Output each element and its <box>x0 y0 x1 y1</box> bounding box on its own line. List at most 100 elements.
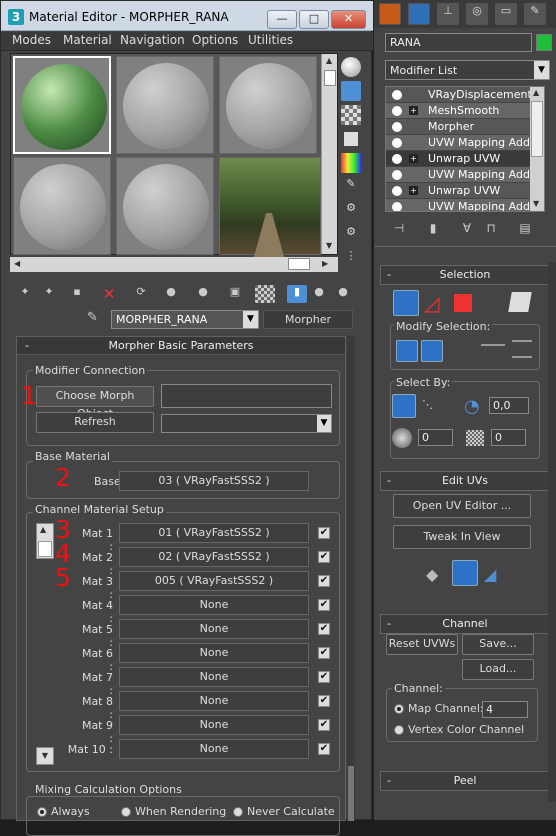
put-to-scene-icon[interactable]: ✦ <box>39 285 59 303</box>
make-unique-icon[interactable]: ⟳ <box>131 285 151 303</box>
stack-item[interactable]: + Unwrap UVW <box>386 183 530 199</box>
minimize-button[interactable]: — <box>267 10 297 29</box>
stack-item[interactable]: UVW Mapping Add <box>386 199 530 211</box>
select-by-material-id-icon[interactable] <box>392 428 412 448</box>
sample-slot-3[interactable] <box>219 56 317 154</box>
morph-channel-dropdown[interactable]: ▼ <box>161 414 332 433</box>
slots-vertical-scrollbar[interactable]: ▲ ▼ <box>321 54 337 254</box>
scroll-left-icon[interactable]: ◀ <box>14 259 20 268</box>
morph-object-field[interactable] <box>161 384 332 408</box>
tweak-icon[interactable] <box>452 560 478 586</box>
assign-to-selection-icon[interactable]: ▪ <box>67 285 87 303</box>
select-by-smoothing-group-icon[interactable] <box>466 430 484 446</box>
planar-angle-icon[interactable]: ◔ <box>464 396 480 417</box>
planar-angle-spinner[interactable]: 0,0 <box>489 397 529 414</box>
vertex-color-channel-radio[interactable] <box>394 725 404 735</box>
selection-rollout-header[interactable]: - Selection <box>380 265 550 285</box>
pin-stack-icon[interactable]: ⊣ <box>390 221 408 237</box>
channel-enable-checkbox[interactable]: ✔ <box>318 743 330 755</box>
sample-type-icon[interactable] <box>341 57 361 77</box>
backlight-icon[interactable] <box>341 81 361 101</box>
expand-icon[interactable]: + <box>409 186 418 195</box>
scroll-thumb[interactable] <box>324 70 336 86</box>
channel-enable-checkbox[interactable]: ✔ <box>318 671 330 683</box>
always-radio[interactable] <box>37 807 47 817</box>
sample-slot-6[interactable] <box>219 157 321 257</box>
quick-planar-map-icon[interactable]: ◆ <box>426 565 438 584</box>
menu-modes[interactable]: Modes <box>12 33 51 47</box>
sample-slot-2[interactable] <box>116 56 214 154</box>
get-material-icon[interactable]: ✦ <box>15 285 35 303</box>
motion-tab-icon[interactable]: ◎ <box>466 3 488 25</box>
stack-item[interactable]: VRayDisplacementMo <box>386 87 544 103</box>
sample-slot-1[interactable] <box>13 56 111 154</box>
menu-options[interactable]: Options <box>192 33 238 47</box>
sample-slot-4[interactable] <box>13 157 111 255</box>
save-button[interactable]: Save... <box>462 634 534 655</box>
edge-loop-icon[interactable] <box>481 344 505 346</box>
close-button[interactable]: ✕ <box>331 10 366 29</box>
remove-modifier-icon[interactable]: ⊓ <box>482 221 500 237</box>
display-tab-icon[interactable]: ▭ <box>495 3 517 25</box>
collapse-icon[interactable]: - <box>387 772 391 790</box>
edit-uvs-rollout-header[interactable]: - Edit UVs <box>380 471 550 491</box>
tweak-in-view-button[interactable]: Tweak In View <box>393 525 531 549</box>
utilities-tab-icon[interactable]: ✎ <box>524 3 546 25</box>
sample-uv-tiling-icon[interactable] <box>341 129 361 149</box>
map-channel-radio[interactable] <box>394 704 404 714</box>
video-color-check-icon[interactable] <box>341 153 361 173</box>
scroll-right-icon[interactable]: ▶ <box>322 259 328 268</box>
edge-ring-icon[interactable] <box>512 340 532 358</box>
lightbulb-icon[interactable] <box>392 170 402 180</box>
channel-enable-checkbox[interactable]: ✔ <box>318 647 330 659</box>
select-by-material-icon[interactable]: ⚙ <box>341 225 361 245</box>
channel-material-button[interactable]: None <box>119 643 309 663</box>
channel-enable-checkbox[interactable]: ✔ <box>318 623 330 635</box>
stack-item[interactable]: + MeshSmooth <box>386 103 530 119</box>
channel-material-button[interactable]: None <box>119 715 309 735</box>
stack-item[interactable]: UVW Mapping Add <box>386 167 530 183</box>
command-panel-scrollbar[interactable] <box>548 262 556 802</box>
vertex-select-icon[interactable] <box>393 290 419 316</box>
object-name-field[interactable]: RANA <box>385 33 532 52</box>
channel-rollout-header[interactable]: - Channel <box>380 614 550 634</box>
put-to-library-icon[interactable]: ● <box>161 285 181 303</box>
channel-enable-checkbox[interactable]: ✔ <box>318 527 330 539</box>
rollout-scrollbar[interactable] <box>347 336 355 821</box>
title-bar[interactable]: 3 Material Editor - MORPHER_RANA — □ ✕ <box>1 1 373 31</box>
scroll-down-icon[interactable]: ▼ <box>326 241 332 250</box>
lightbulb-icon[interactable] <box>392 106 402 116</box>
make-unique-icon[interactable]: ∀ <box>458 221 476 237</box>
never-calculate-radio[interactable] <box>233 807 243 817</box>
channel-material-button[interactable]: 005 ( VRayFastSSS2 ) <box>119 571 309 591</box>
options-icon[interactable]: ⚙ <box>341 201 361 221</box>
chevron-down-icon[interactable]: ▼ <box>243 311 258 328</box>
menu-navigation[interactable]: Navigation <box>120 33 185 47</box>
scroll-thumb[interactable] <box>348 766 354 821</box>
expand-icon[interactable]: + <box>409 106 418 115</box>
channel-material-button[interactable]: None <box>119 619 309 639</box>
edge-select-icon[interactable]: ◿ <box>424 291 439 315</box>
scroll-up-icon[interactable]: ▲ <box>533 88 539 97</box>
stack-item[interactable]: + Unwrap UVW <box>386 151 530 167</box>
lightbulb-icon[interactable] <box>392 138 402 148</box>
channel-material-button[interactable]: 01 ( VRayFastSSS2 ) <box>119 523 309 543</box>
lightbulb-icon[interactable] <box>392 186 402 196</box>
channel-material-button[interactable]: None <box>119 595 309 615</box>
create-tab-icon[interactable] <box>379 3 401 25</box>
reset-map-icon[interactable]: ✕ <box>99 285 119 303</box>
collapse-icon[interactable]: - <box>387 266 391 284</box>
shrink-selection-icon[interactable] <box>421 340 443 362</box>
make-preview-icon[interactable]: ✎ <box>341 177 361 197</box>
load-button[interactable]: Load... <box>462 659 534 680</box>
reset-uvws-button[interactable]: Reset UVWs <box>386 634 458 655</box>
material-navigator-icon[interactable]: ⋮ <box>341 249 361 269</box>
channel-enable-checkbox[interactable]: ✔ <box>318 695 330 707</box>
menu-utilities[interactable]: Utilities <box>248 33 293 47</box>
choose-morph-object-button[interactable]: Choose Morph Object <box>36 386 154 420</box>
eyedropper-icon[interactable]: ✎ <box>87 310 98 325</box>
show-end-result-icon[interactable]: ▮ <box>424 221 442 237</box>
sample-slot-5[interactable] <box>116 157 214 255</box>
object-color-swatch[interactable] <box>536 34 552 51</box>
element-select-icon[interactable] <box>508 292 532 312</box>
